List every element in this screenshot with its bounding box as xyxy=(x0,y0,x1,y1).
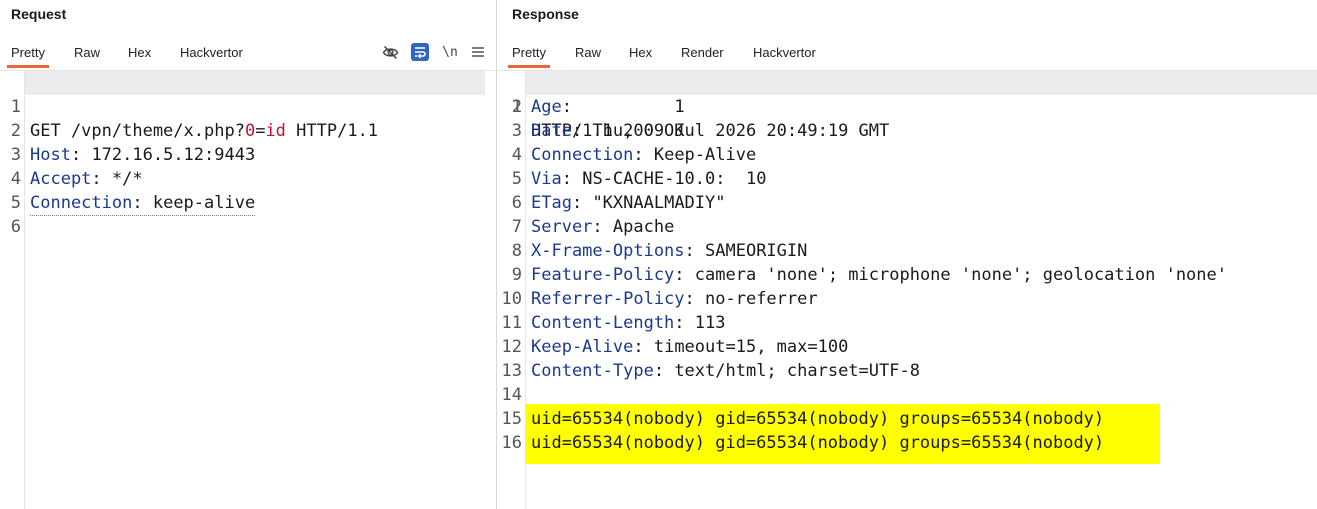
request-line-3: 3 Accept: */* xyxy=(0,119,496,189)
header-name: ETag xyxy=(531,193,572,213)
header-name: Connection xyxy=(531,145,634,165)
response-line-3: 3 Date: Thu, 09 Jul 2026 20:49:19 GMT xyxy=(497,119,1317,143)
line-number: 2 xyxy=(511,97,522,117)
response-line-10: 10 Referrer-Policy: no-referrer xyxy=(497,287,1317,311)
header-value: 113 xyxy=(684,313,726,333)
body-output-line: uid=65534(nobody) gid=65534(nobody) grou… xyxy=(531,433,1105,453)
newline-icon[interactable]: \n xyxy=(441,43,459,61)
header-name: Keep-Alive xyxy=(531,337,634,357)
header-name: Age xyxy=(531,97,562,117)
menu-icon[interactable] xyxy=(469,43,487,61)
request-line-4: 4 Connection: keep-alive xyxy=(0,143,496,216)
header-name: Server xyxy=(531,217,593,237)
line-number: 14 xyxy=(501,385,522,405)
header-value: no-referrer xyxy=(694,289,818,309)
line-number: 10 xyxy=(501,289,522,309)
request-line-2: 2 Host: 172.16.5.12:9443 xyxy=(0,95,496,165)
body-output-line: uid=65534(nobody) gid=65534(nobody) grou… xyxy=(531,409,1105,429)
response-line-15: 15 uid=65534(nobody) gid=65534(nobody) gr… xyxy=(497,407,1317,431)
header-value: Keep-Alive xyxy=(643,145,757,165)
request-line-1: 1 GET /vpn/theme/x.php?0=id HTTP/1.1 xyxy=(0,71,496,141)
request-line-6: 6 xyxy=(0,191,496,237)
line-number: 4 xyxy=(511,145,522,165)
response-line-9: 9 Feature-Policy: camera 'none'; micropho… xyxy=(497,263,1317,287)
request-tab-pretty[interactable]: Pretty xyxy=(7,44,49,68)
header-value: timeout=15, max=100 xyxy=(643,337,849,357)
response-line-6: 6 ETag: "KXNAALMADIY" xyxy=(497,191,1317,215)
line-number: 12 xyxy=(501,337,522,357)
response-line-11: 11 Content-Length: 113 xyxy=(497,311,1317,335)
line-number: 6 xyxy=(511,193,522,213)
response-pane: Response Pretty Raw Hex Render Hackverto… xyxy=(497,0,1317,509)
header-name: Feature-Policy xyxy=(531,265,675,285)
header-name: Referrer-Policy xyxy=(531,289,685,309)
request-title: Request xyxy=(11,6,67,22)
response-tab-render[interactable]: Render xyxy=(677,44,728,68)
header-name: Content-Length xyxy=(531,313,675,333)
response-line-14: 14 xyxy=(497,383,1317,407)
request-tab-hex[interactable]: Hex xyxy=(124,44,155,68)
header-value: text/html; charset=UTF-8 xyxy=(664,361,920,381)
request-tab-hackvertor[interactable]: Hackvertor xyxy=(176,44,247,68)
header-name: Date xyxy=(531,121,572,141)
line-number: 7 xyxy=(511,217,522,237)
line-number: 11 xyxy=(501,313,522,333)
response-line-16: 16 uid=65534(nobody) gid=65534(nobody) gr… xyxy=(497,431,1317,455)
response-line-1: 1 HTTP/1.1 200 OK xyxy=(497,71,1317,141)
response-line-5: 5 Via: NS-CACHE-10.0: 10 xyxy=(497,167,1317,191)
line-number: 8 xyxy=(511,241,522,261)
line-number: 6 xyxy=(10,217,21,237)
response-line-13: 13 Content-Type: text/html; charset=UTF-8 xyxy=(497,359,1317,383)
response-line-12: 12 Keep-Alive: timeout=15, max=100 xyxy=(497,335,1317,359)
line-number: 15 xyxy=(501,409,522,429)
header-value: camera 'none'; microphone 'none'; geoloc… xyxy=(684,265,1227,285)
header-value: Apache xyxy=(602,217,675,237)
header-name: X-Frame-Options xyxy=(531,241,685,261)
header-value: SAMEORIGIN xyxy=(694,241,808,261)
response-tab-hex[interactable]: Hex xyxy=(625,44,656,68)
line-number: 16 xyxy=(501,433,522,453)
response-tab-pretty[interactable]: Pretty xyxy=(508,44,550,68)
request-editor[interactable]: 1 GET /vpn/theme/x.php?0=id HTTP/1.1 2 H… xyxy=(0,71,496,509)
response-line-8: 8 X-Frame-Options: SAMEORIGIN xyxy=(497,239,1317,263)
line-number: 9 xyxy=(511,265,522,285)
response-line-2: 2 Age: 1 xyxy=(497,95,1317,119)
response-editor[interactable]: 1 HTTP/1.1 200 OK 2 Age: 1 3 Date: Thu, 09… xyxy=(497,71,1317,509)
response-line-7: 7 Server: Apache xyxy=(497,215,1317,239)
header-value: "KXNAALMADIY" xyxy=(582,193,726,213)
line-number: 13 xyxy=(501,361,522,381)
request-pane: Request Pretty Raw Hex Hackvertor \n 1 G… xyxy=(0,0,496,509)
response-title: Response xyxy=(512,6,579,22)
header-value: NS-CACHE-10.0: 10 xyxy=(571,169,767,189)
line-number: 3 xyxy=(511,121,522,141)
response-tab-hackvertor[interactable]: Hackvertor xyxy=(749,44,820,68)
response-line-4: 4 Connection: Keep-Alive xyxy=(497,143,1317,167)
header-value: Thu, 09 Jul 2026 20:49:19 GMT xyxy=(582,121,890,141)
response-tabbar: Pretty Raw Hex Render Hackvertor xyxy=(497,40,1317,70)
request-line-5: 5 xyxy=(0,167,496,213)
header-name: Content-Type xyxy=(531,361,654,381)
line-number: 5 xyxy=(511,169,522,189)
header-name: Via xyxy=(531,169,562,189)
eye-off-icon[interactable] xyxy=(381,43,399,61)
response-tab-raw[interactable]: Raw xyxy=(571,44,605,68)
wrap-lines-icon[interactable] xyxy=(411,43,429,61)
request-tab-raw[interactable]: Raw xyxy=(70,44,104,68)
header-value: 1 xyxy=(571,97,685,117)
